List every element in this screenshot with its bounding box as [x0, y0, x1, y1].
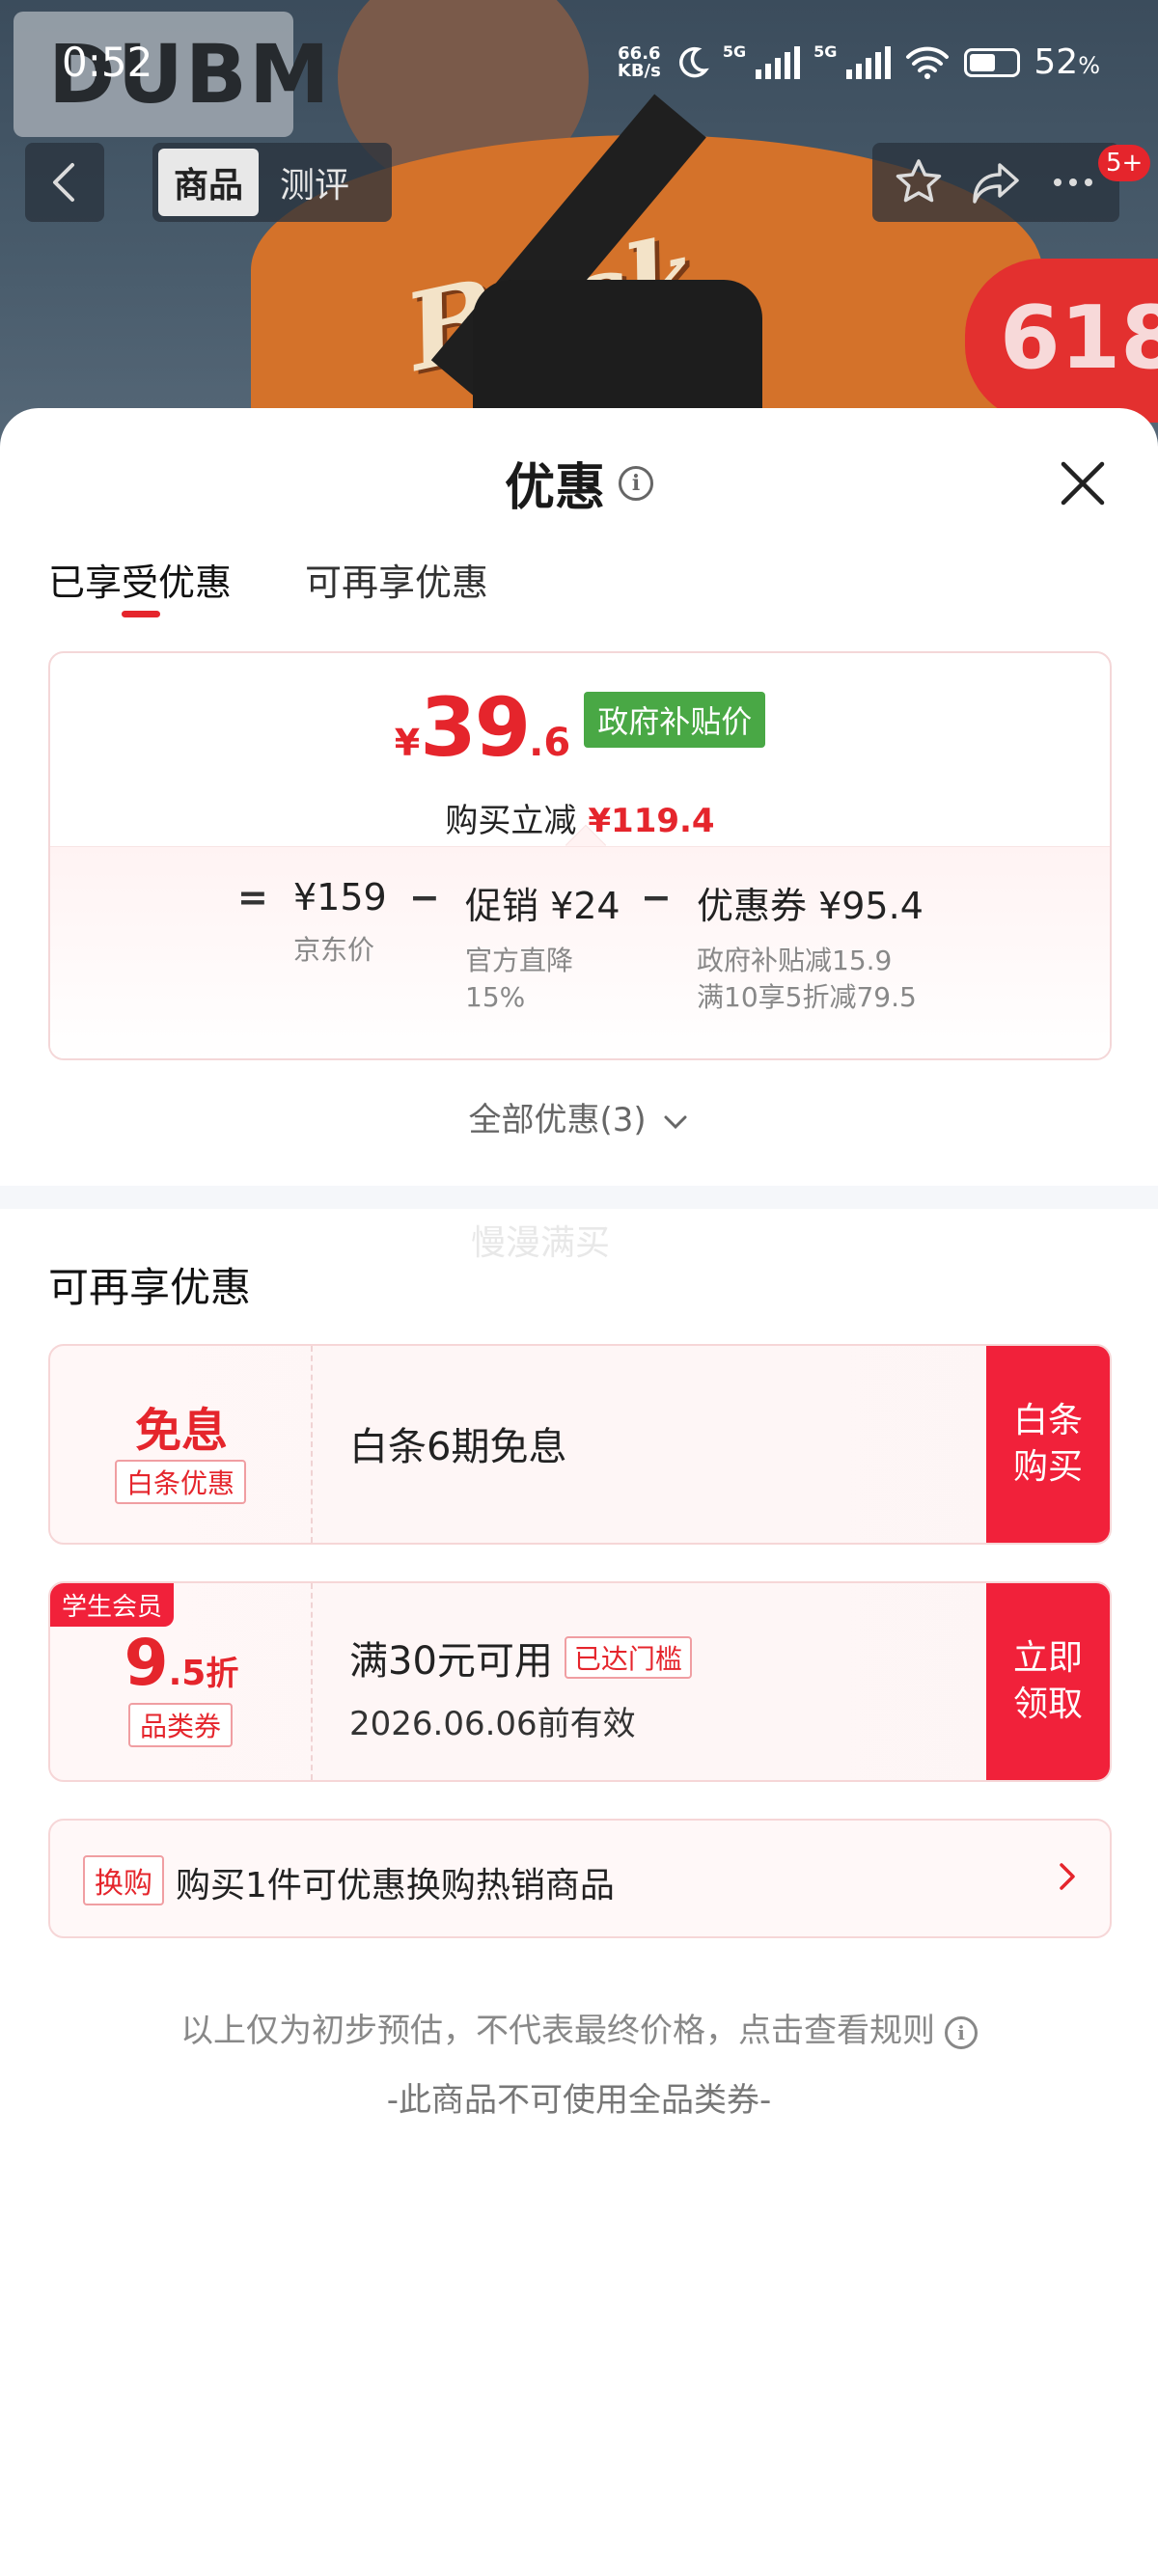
signal-icon-2: [846, 45, 892, 79]
chevron-down-icon: [664, 1115, 687, 1129]
no-all-category-coupon-note: -此商品不可使用全品类券-: [386, 2081, 772, 2120]
currency-symbol: ¥: [394, 722, 421, 764]
share-icon[interactable]: [969, 155, 1023, 209]
message-count-badge: 5+: [1098, 145, 1151, 181]
more-discounts-title: 可再享优惠: [48, 1264, 252, 1311]
more-icon[interactable]: [1046, 155, 1100, 209]
final-price: ¥39.6 政府补贴价: [50, 680, 1110, 775]
chevron-right-icon: [1060, 1863, 1075, 1890]
coupon-amount: 优惠券 ¥95.4: [697, 885, 924, 927]
offer-card-coupon: 学生会员 9.5折 品类券 满30元可用 已达门槛 2026.06.06前有效 立…: [48, 1581, 1112, 1782]
base-amount: ¥159: [293, 876, 387, 918]
promo-label-line2: 15%: [465, 981, 526, 1013]
net-speed-unit: KB/s: [617, 60, 661, 81]
tab-review[interactable]: 测评: [264, 149, 365, 216]
offer-expire: 2026.06.06前有效: [349, 1705, 636, 1743]
discount-tabs: 已享受优惠 可再享优惠: [48, 553, 488, 617]
promo-618-text: 618: [1000, 288, 1158, 389]
sig1-label: 5G: [722, 42, 747, 61]
swap-deal-row[interactable]: 换购 购买1件可优惠换购热销商品: [48, 1819, 1112, 1938]
coupon-label-line2: 满10享5折减79.5: [697, 981, 917, 1013]
chevron-left-icon: [53, 163, 74, 202]
battery-value: 52: [1034, 42, 1079, 82]
net-speed-value: 66.6: [618, 42, 661, 64]
disclaimer-text: 以上仅为初步预估，不代表最终价格，点击查看规则: [180, 2012, 935, 2050]
battery-icon: [964, 47, 1021, 77]
section-divider: [0, 1186, 1158, 1209]
offer-condition: 满30元可用: [349, 1639, 553, 1684]
status-time: 0:52: [62, 39, 153, 86]
moon-icon: [678, 46, 709, 77]
wifi-icon: [906, 46, 950, 79]
nav-actions: [872, 143, 1119, 222]
coupon-label: 政府补贴减15.9 满10享5折减79.5: [697, 943, 924, 1016]
all-deals-label: 全部优惠(3): [468, 1101, 647, 1139]
minus-sign-2: −: [641, 876, 672, 918]
offer-tag: 品类券: [127, 1703, 234, 1747]
status-bar: 0:52 66.6 KB/s 5G 5G 52%: [0, 29, 1158, 106]
offer-tag: 白条优惠: [114, 1460, 247, 1504]
offer-left: 学生会员 9.5折 品类券: [50, 1583, 313, 1780]
breakdown-base: ¥159 京东价: [293, 876, 387, 969]
rate-int: 9: [124, 1626, 169, 1700]
offer-left: 免息 白条优惠: [50, 1346, 313, 1543]
promo-618-badge: 618: [965, 259, 1158, 423]
enjoyed-discount-card: ¥39.6 政府补贴价 购买立减 ¥119.4 = ¥159 京东价 − 促销 ¥2…: [48, 651, 1112, 1060]
price-decimal: .6: [529, 721, 571, 765]
product-review-switch: 商品 测评: [152, 143, 392, 222]
tab-more[interactable]: 可再享优惠: [305, 553, 488, 606]
sig2-label: 5G: [813, 42, 838, 61]
base-label: 京东价: [293, 934, 375, 966]
promo-label-line1: 官方直降: [465, 945, 574, 976]
sheet-title: 优惠 i: [0, 447, 1158, 519]
minus-sign: −: [409, 876, 440, 918]
discount-rate: 9.5折: [50, 1626, 313, 1700]
sheet-title-text: 优惠: [504, 459, 605, 517]
tab-enjoyed[interactable]: 已享受优惠: [48, 553, 232, 617]
breakdown-promo: 促销 ¥24 官方直降 15%: [465, 876, 620, 1016]
watermark: 慢漫满买: [471, 1223, 611, 1263]
offer-desc-text: 白条6期免息: [349, 1425, 567, 1469]
price-integer: 39: [420, 680, 531, 775]
claim-coupon-button[interactable]: 立即 领取: [986, 1583, 1110, 1780]
equals-sign: =: [237, 876, 268, 918]
battery-percent: 52%: [1034, 42, 1100, 82]
student-member-tag: 学生会员: [50, 1583, 175, 1627]
rate-dec: .5: [168, 1654, 207, 1693]
info-icon[interactable]: i: [619, 465, 653, 501]
swap-tag: 换购: [83, 1855, 164, 1905]
offer-big-label: 免息: [134, 1404, 228, 1458]
close-icon[interactable]: [1054, 454, 1112, 512]
offer-desc: 白条6期免息: [349, 1346, 566, 1543]
all-deals-toggle[interactable]: 全部优惠(3): [0, 1093, 1158, 1140]
net-speed: 66.6 KB/s: [617, 42, 661, 81]
battery-unit: %: [1078, 52, 1100, 79]
breakdown-coupon: 优惠券 ¥95.4 政府补贴减15.9 满10享5折减79.5: [697, 876, 924, 1016]
status-icons: 66.6 KB/s 5G 5G 52%: [618, 42, 1100, 82]
price-breakdown: = ¥159 京东价 − 促销 ¥24 官方直降 15% − 优惠券 ¥95.4 …: [50, 846, 1110, 1058]
back-button[interactable]: [25, 143, 104, 222]
price-disclaimer[interactable]: 以上仅为初步预估，不代表最终价格，点击查看规则 i: [0, 2004, 1158, 2051]
rules-info-icon[interactable]: i: [945, 2015, 978, 2049]
tab-product[interactable]: 商品: [158, 149, 260, 216]
gov-subsidy-badge: 政府补贴价: [584, 692, 766, 748]
offer-desc-line: 满30元可用 已达门槛: [349, 1630, 692, 1685]
promo-label: 官方直降 15%: [465, 943, 620, 1016]
star-icon[interactable]: [892, 155, 946, 209]
coupon-label-line1: 政府补贴减15.9: [697, 945, 893, 976]
discount-sheet: 优惠 i 已享受优惠 可再享优惠 ¥39.6 政府补贴价 购买立减 ¥119.4 = …: [0, 408, 1158, 2576]
signal-icon: [756, 45, 801, 79]
swap-text: 购买1件可优惠换购热销商品: [176, 1866, 615, 1905]
instant-cut-value: ¥119.4: [588, 802, 715, 840]
offer-card-interest-free: 免息 白条优惠 白条6期免息 白条 购买: [48, 1344, 1112, 1545]
instant-cut-label: 购买立减: [445, 802, 577, 840]
rate-unit: 折: [206, 1655, 239, 1693]
threshold-reached-badge: 已达门槛: [564, 1636, 692, 1679]
offer-desc: 满30元可用 已达门槛 2026.06.06前有效: [349, 1583, 692, 1780]
baitiao-buy-button[interactable]: 白条 购买: [986, 1346, 1110, 1543]
promo-amount: 促销 ¥24: [465, 885, 620, 927]
